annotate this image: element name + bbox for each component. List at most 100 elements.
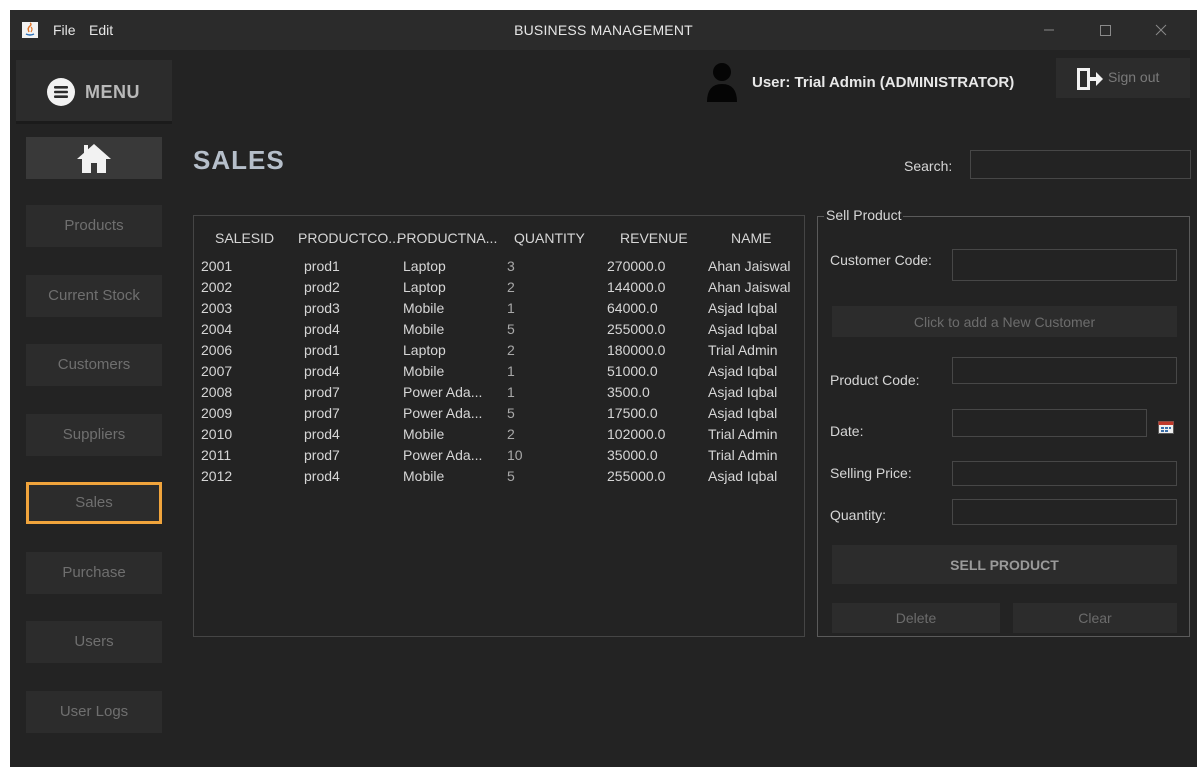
cell-productname: Laptop: [403, 258, 446, 274]
cell-revenue: 64000.0: [607, 300, 658, 316]
quantity-input[interactable]: [952, 499, 1177, 525]
cell-name: Ahan Jaiswal: [708, 258, 791, 274]
cell-productname: Laptop: [403, 342, 446, 358]
cell-revenue: 17500.0: [607, 405, 658, 421]
cell-productcode: prod1: [304, 258, 340, 274]
cell-quantity: 1: [507, 363, 515, 379]
table-row[interactable]: 2006 prod1 Laptop 2 180000.0 Trial Admin: [194, 340, 804, 361]
user-icon: [707, 63, 737, 102]
sign-out-button[interactable]: Sign out: [1056, 58, 1190, 98]
sidebar-item-suppliers[interactable]: Suppliers: [26, 414, 162, 456]
search-input[interactable]: [970, 150, 1191, 179]
sidebar-item-purchase[interactable]: Purchase: [26, 552, 162, 594]
table-row[interactable]: 2003 prod3 Mobile 1 64000.0 Asjad Iqbal: [194, 298, 804, 319]
column-header-salesid[interactable]: SALESID: [215, 230, 274, 246]
delete-button[interactable]: Delete: [832, 603, 1000, 633]
sidebar-item-user-logs[interactable]: User Logs: [26, 691, 162, 733]
add-new-customer-button[interactable]: Click to add a New Customer: [832, 306, 1177, 337]
cell-productcode: prod7: [304, 447, 340, 463]
sidebar-item-products[interactable]: Products: [26, 205, 162, 247]
page-title: SALES: [193, 145, 285, 175]
cell-productcode: prod4: [304, 363, 340, 379]
cell-salesid: 2010: [201, 426, 233, 442]
cell-quantity: 2: [507, 342, 515, 358]
table-row[interactable]: 2009 prod7 Power Ada... 5 17500.0 Asjad …: [194, 403, 804, 424]
cell-productcode: prod4: [304, 426, 340, 442]
home-icon: [77, 144, 111, 173]
column-header-name[interactable]: NAME: [731, 230, 771, 246]
cell-productcode: prod2: [304, 279, 340, 295]
cell-quantity: 5: [507, 468, 515, 484]
cell-name: Asjad Iqbal: [708, 468, 778, 484]
cell-revenue: 255000.0: [607, 321, 666, 337]
customer-code-input[interactable]: [952, 249, 1177, 281]
menu-icon: [47, 78, 75, 106]
table-row[interactable]: 2011 prod7 Power Ada... 10 35000.0 Trial…: [194, 445, 804, 466]
cell-revenue: 180000.0: [607, 342, 666, 358]
cell-salesid: 2012: [201, 468, 233, 484]
minimize-icon: [1044, 29, 1054, 31]
cell-revenue: 144000.0: [607, 279, 666, 295]
cell-name: Trial Admin: [708, 342, 778, 358]
cell-productname: Mobile: [403, 363, 445, 379]
cell-quantity: 1: [507, 384, 515, 400]
menu-toggle[interactable]: MENU: [16, 60, 172, 124]
cell-quantity: 5: [507, 405, 515, 421]
cell-quantity: 1: [507, 300, 515, 316]
sales-table[interactable]: SALESID PRODUCTCO... PRODUCTNA... QUANTI…: [193, 215, 805, 637]
maximize-button[interactable]: [1090, 16, 1120, 44]
table-row[interactable]: 2008 prod7 Power Ada... 1 3500.0 Asjad I…: [194, 382, 804, 403]
selling-price-input[interactable]: [952, 461, 1177, 486]
column-header-productcode[interactable]: PRODUCTCO...: [298, 230, 400, 246]
cell-productname: Mobile: [403, 321, 445, 337]
cell-salesid: 2001: [201, 258, 233, 274]
cell-salesid: 2007: [201, 363, 233, 379]
sidebar-item-users[interactable]: Users: [26, 621, 162, 663]
column-header-productname[interactable]: PRODUCTNA...: [397, 230, 497, 246]
table-row[interactable]: 2007 prod4 Mobile 1 51000.0 Asjad Iqbal: [194, 361, 804, 382]
date-input[interactable]: [952, 409, 1147, 437]
sell-product-button[interactable]: SELL PRODUCT: [832, 545, 1177, 584]
calendar-icon[interactable]: [1158, 420, 1174, 434]
home-button[interactable]: [26, 137, 162, 179]
cell-productname: Power Ada...: [403, 384, 483, 400]
product-code-input[interactable]: [952, 357, 1177, 384]
product-code-label: Product Code:: [830, 372, 920, 388]
sell-product-title: Sell Product: [824, 207, 904, 223]
cell-revenue: 51000.0: [607, 363, 658, 379]
sidebar-item-sales[interactable]: Sales: [26, 482, 162, 524]
column-header-quantity[interactable]: QUANTITY: [514, 230, 585, 246]
selling-price-label: Selling Price:: [830, 465, 912, 481]
cell-productcode: prod4: [304, 468, 340, 484]
cell-salesid: 2008: [201, 384, 233, 400]
cell-name: Asjad Iqbal: [708, 363, 778, 379]
cell-quantity: 2: [507, 279, 515, 295]
search-label: Search:: [904, 158, 953, 174]
cell-revenue: 3500.0: [607, 384, 650, 400]
cell-productname: Laptop: [403, 279, 446, 295]
minimize-button[interactable]: [1034, 16, 1064, 44]
cell-quantity: 10: [507, 447, 523, 463]
cell-salesid: 2004: [201, 321, 233, 337]
table-row[interactable]: 2012 prod4 Mobile 5 255000.0 Asjad Iqbal: [194, 466, 804, 487]
cell-productcode: prod3: [304, 300, 340, 316]
table-row[interactable]: 2001 prod1 Laptop 3 270000.0 Ahan Jaiswa…: [194, 256, 804, 277]
cell-name: Trial Admin: [708, 447, 778, 463]
cell-productname: Power Ada...: [403, 405, 483, 421]
close-button[interactable]: [1146, 16, 1176, 44]
cell-name: Asjad Iqbal: [708, 405, 778, 421]
customer-code-label: Customer Code:: [830, 252, 932, 268]
table-row[interactable]: 2002 prod2 Laptop 2 144000.0 Ahan Jaiswa…: [194, 277, 804, 298]
table-row[interactable]: 2004 prod4 Mobile 5 255000.0 Asjad Iqbal: [194, 319, 804, 340]
sidebar-item-current-stock[interactable]: Current Stock: [26, 275, 162, 317]
cell-name: Asjad Iqbal: [708, 384, 778, 400]
cell-productcode: prod1: [304, 342, 340, 358]
cell-revenue: 270000.0: [607, 258, 666, 274]
cell-revenue: 255000.0: [607, 468, 666, 484]
cell-name: Asjad Iqbal: [708, 300, 778, 316]
sidebar-item-customers[interactable]: Customers: [26, 344, 162, 386]
column-header-revenue[interactable]: REVENUE: [620, 230, 688, 246]
clear-button[interactable]: Clear: [1013, 603, 1177, 633]
table-row[interactable]: 2010 prod4 Mobile 2 102000.0 Trial Admin: [194, 424, 804, 445]
window-title: BUSINESS MANAGEMENT: [514, 22, 693, 38]
